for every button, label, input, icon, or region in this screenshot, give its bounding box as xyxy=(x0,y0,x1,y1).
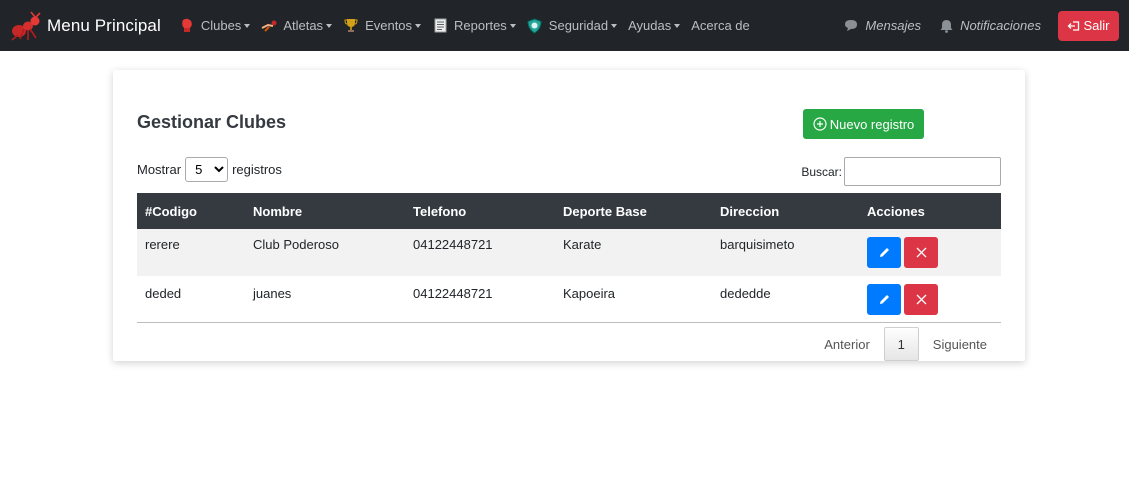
chevron-down-icon xyxy=(674,23,681,28)
nav-menu-ayudas-label: Ayudas xyxy=(628,18,672,33)
cell-deporte: Kapoeira xyxy=(555,276,712,323)
cell-direccion-text: dededde xyxy=(720,286,771,301)
logout-button-label: Salir xyxy=(1083,18,1110,33)
cell-nombre: Club Poderoso xyxy=(245,229,405,276)
chevron-down-icon xyxy=(415,23,422,28)
nav-menu-reportes[interactable]: Reportes xyxy=(432,0,516,51)
delete-button[interactable] xyxy=(904,284,938,315)
pagination-next[interactable]: Siguiente xyxy=(919,327,1001,361)
nav-menu-eventos-label: Eventos xyxy=(365,18,413,33)
pagination: Anterior 1 Siguiente xyxy=(810,327,1001,361)
search-input[interactable] xyxy=(844,157,1001,186)
boxing-glove-icon xyxy=(179,18,195,34)
cell-telefono-text: 04122448721 xyxy=(413,237,493,252)
nav-notificaciones[interactable]: Notificaciones xyxy=(938,0,1041,51)
show-label: Mostrar xyxy=(137,162,182,177)
delete-button[interactable] xyxy=(904,237,938,268)
nav-mensajes[interactable]: Mensajes xyxy=(843,0,921,51)
cell-direccion: barquisimeto xyxy=(712,229,859,276)
nav-menu-acerca-de[interactable]: Acerca de xyxy=(691,0,750,51)
nav-menu-ayudas[interactable]: Ayudas xyxy=(628,0,681,51)
nav-menu-seguridad[interactable]: Seguridad xyxy=(527,0,618,51)
cell-acciones xyxy=(859,276,1001,323)
cell-codigo: rerere xyxy=(137,229,245,276)
cell-codigo: deded xyxy=(137,276,245,323)
chevron-down-icon xyxy=(509,23,516,28)
cell-nombre-text: Club Poderoso xyxy=(253,237,339,252)
cell-deporte: Karate xyxy=(555,229,712,276)
table-row: deded juanes 04122448721 Kapoeira dededd… xyxy=(137,276,1001,323)
close-icon xyxy=(916,247,926,258)
cell-codigo-text: deded xyxy=(145,286,182,301)
nav-mensajes-label: Mensajes xyxy=(865,18,922,33)
search-label: Buscar: xyxy=(801,164,842,179)
table-header-row: #Codigo Nombre Telefono Deporte Base Dir… xyxy=(137,193,1001,229)
column-header-direccion[interactable]: Direccion xyxy=(712,193,859,229)
cell-direccion-text: barquisimeto xyxy=(720,237,795,252)
pagination-previous[interactable]: Anterior xyxy=(810,327,884,361)
cell-telefono: 04122448721 xyxy=(405,229,555,276)
cell-nombre-text: juanes xyxy=(253,286,292,301)
chevron-down-icon xyxy=(244,23,251,28)
page-length-select[interactable]: 5 xyxy=(185,157,229,182)
nav-menu-reportes-label: Reportes xyxy=(454,18,507,33)
chat-bubble-icon xyxy=(843,18,859,34)
edit-button[interactable] xyxy=(867,237,901,268)
report-icon xyxy=(432,18,448,34)
nav-menu-eventos[interactable]: Eventos xyxy=(343,0,422,51)
logout-icon xyxy=(1068,20,1080,31)
top-navbar: Menu Principal Clubes Atletas Eventos Re… xyxy=(0,0,1129,51)
navbar-right: Mensajes Notificaciones Salir xyxy=(843,0,1119,51)
nav-menu-clubes-label: Clubes xyxy=(200,18,242,33)
table-row: rerere Club Poderoso 04122448721 Karate … xyxy=(137,229,1001,276)
bell-icon xyxy=(938,18,954,34)
nav-menu-atletas[interactable]: Atletas xyxy=(261,0,333,51)
chevron-down-icon xyxy=(611,23,618,28)
column-header-telefono[interactable]: Telefono xyxy=(405,193,555,229)
shield-icon xyxy=(527,17,543,34)
trophy-icon xyxy=(343,18,359,34)
new-record-button[interactable]: Nuevo registro xyxy=(803,109,924,139)
clubes-card: Gestionar Clubes Nuevo registro Mostrar … xyxy=(113,70,1025,361)
nav-menu-clubes[interactable]: Clubes xyxy=(179,0,251,51)
edit-button[interactable] xyxy=(867,284,901,315)
nav-menu-atletas-label: Atletas xyxy=(283,18,324,33)
table-bottom-divider xyxy=(137,322,1001,323)
nav-notificaciones-label: Notificaciones xyxy=(960,18,1041,33)
clubes-table: #Codigo Nombre Telefono Deporte Base Dir… xyxy=(137,193,1001,323)
page-length-control: Mostrar 5 registros xyxy=(137,157,282,182)
nav-menu-acerca-de-label: Acerca de xyxy=(691,18,750,33)
cell-acciones xyxy=(859,229,1001,276)
column-header-nombre[interactable]: Nombre xyxy=(245,193,405,229)
pagination-page-current[interactable]: 1 xyxy=(883,327,919,361)
page-title: Gestionar Clubes xyxy=(137,112,287,132)
search-control: Buscar: xyxy=(801,157,1001,186)
cell-deporte-text: Kapoeira xyxy=(563,286,616,301)
cell-direccion: dededde xyxy=(712,276,859,323)
brand-title: Menu Principal xyxy=(47,15,161,35)
plus-circle-icon xyxy=(813,117,827,131)
close-icon xyxy=(916,294,926,305)
records-label: registros xyxy=(232,162,282,177)
cell-telefono: 04122448721 xyxy=(405,276,555,323)
column-header-acciones: Acciones xyxy=(859,193,1001,229)
cell-codigo-text: rerere xyxy=(145,237,180,252)
logout-button[interactable]: Salir xyxy=(1058,10,1119,41)
chevron-down-icon xyxy=(326,23,333,28)
cell-telefono-text: 04122448721 xyxy=(413,286,493,301)
cell-deporte-text: Karate xyxy=(563,237,602,252)
athlete-icon xyxy=(261,18,277,34)
brand-link[interactable]: Menu Principal xyxy=(10,0,179,51)
new-record-button-label: Nuevo registro xyxy=(829,116,915,132)
column-header-deporte-base[interactable]: Deporte Base xyxy=(555,193,712,229)
pencil-icon xyxy=(879,248,889,257)
pencil-icon xyxy=(879,295,889,304)
cell-nombre: juanes xyxy=(245,276,405,323)
ant-logo-icon xyxy=(11,11,41,41)
column-header-codigo[interactable]: #Codigo xyxy=(137,193,245,229)
nav-menu-seguridad-label: Seguridad xyxy=(548,18,609,33)
